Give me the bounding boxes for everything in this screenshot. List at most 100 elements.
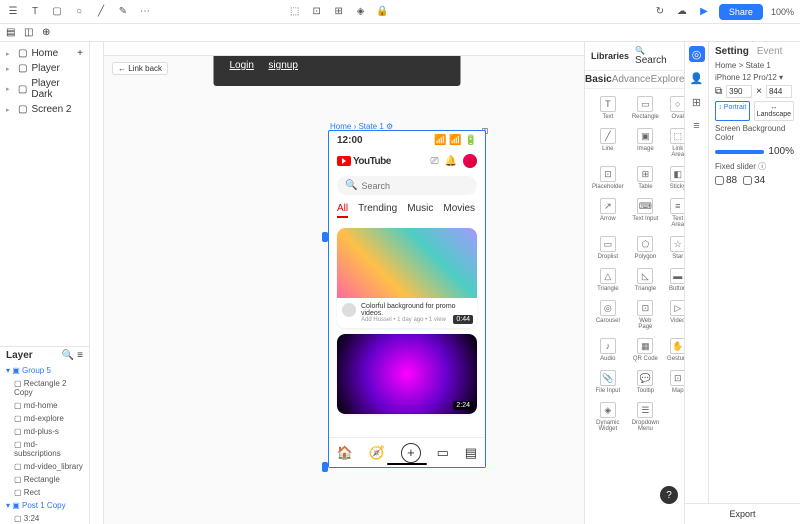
page-item[interactable]: ▸▢Player Dark xyxy=(0,76,89,102)
lib-item-oval[interactable]: ○Oval xyxy=(664,93,684,123)
align-icon[interactable]: ⬚ xyxy=(288,5,302,19)
lib-item-dynamic-widget[interactable]: ◈Dynamic Widget xyxy=(589,399,627,435)
component-icon[interactable]: ◈ xyxy=(354,5,368,19)
help-button[interactable]: ? xyxy=(660,486,678,504)
video-card-2[interactable]: 2:24 xyxy=(337,334,477,414)
history-icon[interactable]: ↻ xyxy=(653,5,667,19)
tab-event[interactable]: Event xyxy=(757,46,783,57)
nav-add-icon[interactable]: + xyxy=(401,443,421,463)
cloud-icon[interactable]: ☁ xyxy=(675,5,689,19)
bell-icon[interactable]: 🔔 xyxy=(445,156,457,167)
layer-item[interactable]: ▾ ▣ Group 5 xyxy=(0,364,89,377)
play-icon[interactable]: ▶ xyxy=(697,5,711,19)
lib-item-sticky[interactable]: ◧Sticky xyxy=(664,163,684,193)
layer-item[interactable]: ▢ 3:24 xyxy=(0,512,89,524)
lock-icon[interactable]: 🔒 xyxy=(376,5,390,19)
lib-item-web-page[interactable]: ⊡Web Page xyxy=(629,297,662,333)
width-input[interactable] xyxy=(726,85,752,98)
cast-icon[interactable]: ⎚ xyxy=(431,156,439,167)
bg-color-slider[interactable] xyxy=(715,150,764,154)
landscape-button[interactable]: ↔ Landscape xyxy=(754,101,794,121)
lib-item-table[interactable]: ⊞Table xyxy=(629,163,662,193)
category-tab[interactable]: Movies xyxy=(443,203,475,218)
zoom-display[interactable]: 100% xyxy=(771,7,794,17)
login-link[interactable]: Login xyxy=(230,60,254,71)
lib-item-star[interactable]: ☆Star xyxy=(664,233,684,263)
lib-item-audio[interactable]: ♪Audio xyxy=(589,335,627,365)
category-tab[interactable]: All xyxy=(337,203,348,218)
lib-item-qr-code[interactable]: ▦QR Code xyxy=(629,335,662,365)
add-icon[interactable]: ⊕ xyxy=(42,27,54,39)
nav-explore-icon[interactable]: 🧭 xyxy=(369,445,385,461)
youtube-logo[interactable]: YouTube xyxy=(337,156,391,167)
lib-item-tooltip[interactable]: 💬Tooltip xyxy=(629,367,662,397)
lib-item-file-input[interactable]: 📎File Input xyxy=(589,367,627,397)
libraries-search[interactable]: 🔍 Search xyxy=(635,46,678,66)
page-item[interactable]: ▸▢Player xyxy=(0,61,89,76)
avatar[interactable] xyxy=(463,154,477,168)
more-tool-icon[interactable]: ⋯ xyxy=(138,5,152,19)
lib-item-text[interactable]: TText xyxy=(589,93,627,123)
layer-item[interactable]: ▢ md-video_library xyxy=(0,460,89,473)
lib-item-arrow[interactable]: ↗Arrow xyxy=(589,195,627,231)
layer-item[interactable]: ▢ md-subscriptions xyxy=(0,438,89,460)
lib-item-link-area[interactable]: ⬚Link Area xyxy=(664,125,684,161)
fixed-bottom-check[interactable] xyxy=(743,176,752,185)
lib-item-droplist[interactable]: ▭Droplist xyxy=(589,233,627,263)
layer-item[interactable]: ▢ md-explore xyxy=(0,412,89,425)
link-dims-icon[interactable]: ⧉ xyxy=(715,86,722,97)
share-button[interactable]: Share xyxy=(719,4,763,20)
lib-item-triangle[interactable]: ◺Triangle xyxy=(629,265,662,295)
side-layers-icon[interactable]: ≡ xyxy=(689,118,705,134)
rect-tool-icon[interactable]: ▢ xyxy=(50,5,64,19)
tab-setting[interactable]: Setting xyxy=(715,46,749,57)
search-box[interactable]: 🔍 xyxy=(337,176,477,195)
link-back-tag[interactable]: ← Link back xyxy=(112,62,168,75)
category-tab[interactable]: Music xyxy=(407,203,433,218)
lib-item-image[interactable]: ▣Image xyxy=(629,125,662,161)
category-tab[interactable]: Trending xyxy=(358,203,397,218)
channel-avatar[interactable] xyxy=(342,303,356,317)
lib-tab[interactable]: Advance xyxy=(612,74,651,85)
lib-item-placeholder[interactable]: ⊡Placeholder xyxy=(589,163,627,193)
side-user-icon[interactable]: 👤 xyxy=(689,70,705,86)
page-item[interactable]: ▸▢Screen 2 xyxy=(0,102,89,117)
device-select[interactable]: iPhone 12 Pro/12 ▾ xyxy=(715,73,794,82)
lib-item-button[interactable]: ▬Button xyxy=(664,265,684,295)
lib-item-map[interactable]: ⊡Map xyxy=(664,367,684,397)
assets-icon[interactable]: ◫ xyxy=(24,27,36,39)
fixed-top-check[interactable] xyxy=(715,176,724,185)
distribute-icon[interactable]: ⊡ xyxy=(310,5,324,19)
side-target-icon[interactable]: ◎ xyxy=(689,46,705,62)
lib-item-line[interactable]: ╱Line xyxy=(589,125,627,161)
lib-tab[interactable]: Basic xyxy=(585,74,612,85)
layer-item[interactable]: ▢ Rect xyxy=(0,486,89,499)
lib-item-gesture[interactable]: ✋Gesture xyxy=(664,335,684,365)
video-card-1[interactable]: 0:44 Colorful background for promo video… xyxy=(337,228,477,328)
pen-tool-icon[interactable]: ✎ xyxy=(116,5,130,19)
side-grid-icon[interactable]: ⊞ xyxy=(689,94,705,110)
height-input[interactable] xyxy=(766,85,792,98)
text-tool-icon[interactable]: T xyxy=(28,5,42,19)
lib-item-dropdown-menu[interactable]: ☰Dropdown Menu xyxy=(629,399,662,435)
layer-item[interactable]: ▢ md-plus-s xyxy=(0,425,89,438)
page-tree-icon[interactable]: ▤ xyxy=(6,27,18,39)
canvas[interactable]: ← Link back Login or signup to duplicate… xyxy=(90,42,584,524)
page-item[interactable]: ▸▢Home+ xyxy=(0,46,89,61)
lib-item-text-area[interactable]: ≡Text Area xyxy=(664,195,684,231)
search-input[interactable] xyxy=(361,181,478,191)
lib-item-video[interactable]: ▷Video xyxy=(664,297,684,333)
lib-tab[interactable]: Explore xyxy=(651,74,685,85)
line-tool-icon[interactable]: ╱ xyxy=(94,5,108,19)
lib-item-polygon[interactable]: ⬠Polygon xyxy=(629,233,662,263)
layer-item[interactable]: ▢ md-home xyxy=(0,399,89,412)
nav-home-icon[interactable]: 🏠 xyxy=(337,445,353,461)
layer-item[interactable]: ▾ ▣ Post 1 Copy xyxy=(0,499,89,512)
nav-library-icon[interactable]: ▤ xyxy=(465,445,477,461)
layer-item[interactable]: ▢ Rectangle xyxy=(0,473,89,486)
lib-item-text-input[interactable]: ⌨Text Input xyxy=(629,195,662,231)
menu-icon[interactable]: ☰ xyxy=(6,5,20,19)
signup-link[interactable]: signup xyxy=(268,60,297,71)
oval-tool-icon[interactable]: ○ xyxy=(72,5,86,19)
nav-subs-icon[interactable]: ▭ xyxy=(437,445,449,461)
